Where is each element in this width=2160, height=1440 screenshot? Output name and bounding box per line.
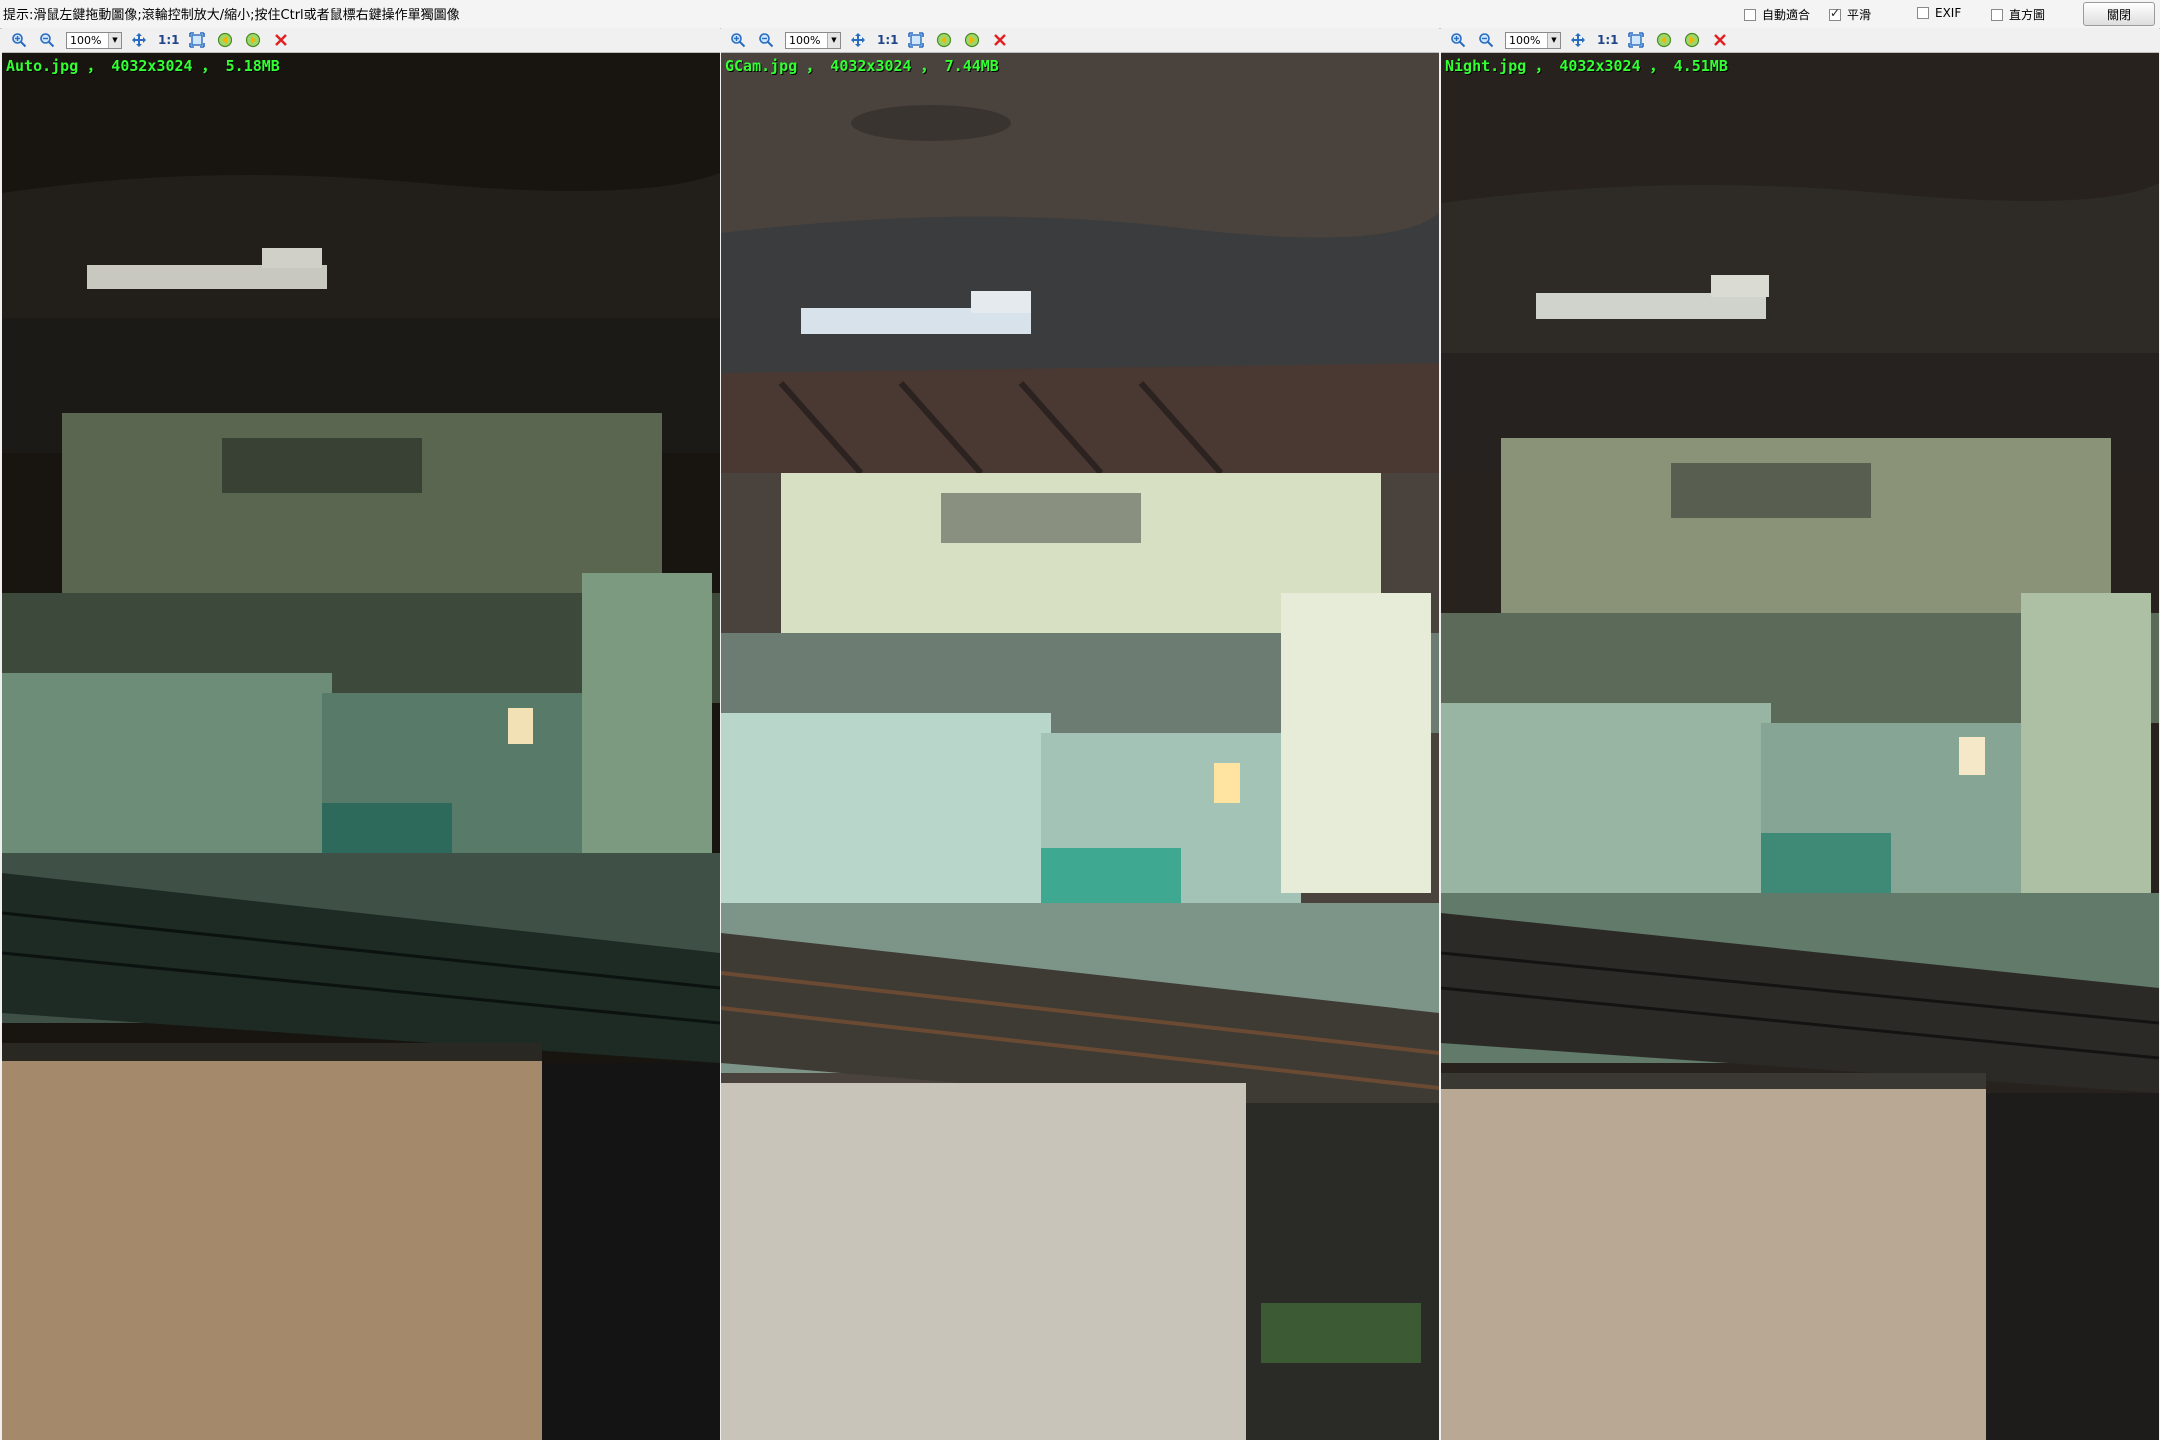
- smooth-checkbox[interactable]: [1829, 6, 1841, 21]
- prev-image-icon[interactable]: [1653, 29, 1675, 51]
- image-panel-night: 100% ▼ 1:1 Night.jpg ， 4032x3024 ， 4.51MB: [1441, 28, 2159, 1440]
- close-x-icon[interactable]: [270, 29, 292, 51]
- zoom-in-icon[interactable]: [1447, 29, 1469, 51]
- image-panel-auto: 100% ▼ 1:1 Auto.jpg ， 4032x3024 ， 5.18MB: [2, 28, 720, 1440]
- actual-size-button[interactable]: 1:1: [877, 33, 899, 47]
- histogram-label: 直方圖: [2009, 8, 2046, 22]
- auto-fit-option[interactable]: 自動適合: [1744, 6, 1810, 23]
- actual-size-button[interactable]: 1:1: [1597, 33, 1619, 47]
- exif-label: EXIF: [1935, 6, 1962, 20]
- zoom-level-value: 100%: [70, 33, 102, 47]
- zoom-in-icon[interactable]: [8, 29, 30, 51]
- zoom-level-value: 100%: [789, 33, 821, 47]
- smooth-option[interactable]: 平滑: [1829, 6, 1871, 23]
- next-image-icon[interactable]: [242, 29, 264, 51]
- zoom-out-icon[interactable]: [1475, 29, 1497, 51]
- photo-drawing: [2, 53, 720, 1440]
- fit-icon[interactable]: [905, 29, 927, 51]
- actual-size-button[interactable]: 1:1: [158, 33, 180, 47]
- image-viewport[interactable]: Night.jpg ， 4032x3024 ， 4.51MB: [1441, 53, 2159, 1440]
- histogram-checkbox[interactable]: [1991, 8, 2003, 21]
- zoom-level-select[interactable]: 100% ▼: [785, 31, 841, 49]
- exif-checkbox[interactable]: [1917, 7, 1929, 19]
- next-image-icon[interactable]: [961, 29, 983, 51]
- image-viewport[interactable]: Auto.jpg ， 4032x3024 ， 5.18MB: [2, 53, 720, 1440]
- panel-toolbar: 100% ▼ 1:1: [721, 28, 1439, 53]
- zoom-level-select[interactable]: 100% ▼: [66, 31, 122, 49]
- hint-text: 提示:滑鼠左鍵拖動圖像;滾輪控制放大/縮小;按住Ctrl或者鼠標右鍵操作單獨圖像: [3, 8, 460, 23]
- panel-toolbar: 100% ▼ 1:1: [1441, 28, 2159, 53]
- smooth-label: 平滑: [1847, 8, 1872, 22]
- image-caption: Night.jpg ， 4032x3024 ， 4.51MB: [1445, 57, 1728, 75]
- photo-drawing: [721, 53, 1439, 1440]
- prev-image-icon[interactable]: [933, 29, 955, 51]
- pan-icon[interactable]: [128, 29, 150, 51]
- exif-option[interactable]: EXIF: [1917, 6, 1961, 20]
- image-panel-gcam: 100% ▼ 1:1 GCam.jpg ， 4032x3024 ， 7.44MB: [721, 28, 1439, 1440]
- photo-drawing: [1441, 53, 2159, 1440]
- close-button[interactable]: 關閉: [2083, 2, 2155, 26]
- image-viewport[interactable]: GCam.jpg ， 4032x3024 ， 7.44MB: [721, 53, 1439, 1440]
- close-x-icon[interactable]: [989, 29, 1011, 51]
- zoom-out-icon[interactable]: [36, 29, 58, 51]
- zoom-out-icon[interactable]: [755, 29, 777, 51]
- fit-icon[interactable]: [186, 29, 208, 51]
- zoom-level-value: 100%: [1509, 33, 1541, 47]
- histogram-option[interactable]: 直方圖: [1991, 6, 2045, 23]
- top-bar: 提示:滑鼠左鍵拖動圖像;滾輪控制放大/縮小;按住Ctrl或者鼠標右鍵操作單獨圖像…: [0, 0, 2160, 29]
- chevron-down-icon: ▼: [108, 32, 121, 48]
- close-x-icon[interactable]: [1709, 29, 1731, 51]
- image-caption: Auto.jpg ， 4032x3024 ， 5.18MB: [6, 57, 280, 75]
- pan-icon[interactable]: [847, 29, 869, 51]
- pan-icon[interactable]: [1567, 29, 1589, 51]
- auto-fit-checkbox[interactable]: [1744, 8, 1756, 21]
- auto-fit-label: 自動適合: [1762, 8, 1811, 22]
- panel-toolbar: 100% ▼ 1:1: [2, 28, 720, 53]
- zoom-in-icon[interactable]: [727, 29, 749, 51]
- fit-icon[interactable]: [1625, 29, 1647, 51]
- image-caption: GCam.jpg ， 4032x3024 ， 7.44MB: [725, 57, 999, 75]
- chevron-down-icon: ▼: [827, 32, 840, 48]
- chevron-down-icon: ▼: [1547, 32, 1560, 48]
- zoom-level-select[interactable]: 100% ▼: [1505, 31, 1561, 49]
- next-image-icon[interactable]: [1681, 29, 1703, 51]
- prev-image-icon[interactable]: [214, 29, 236, 51]
